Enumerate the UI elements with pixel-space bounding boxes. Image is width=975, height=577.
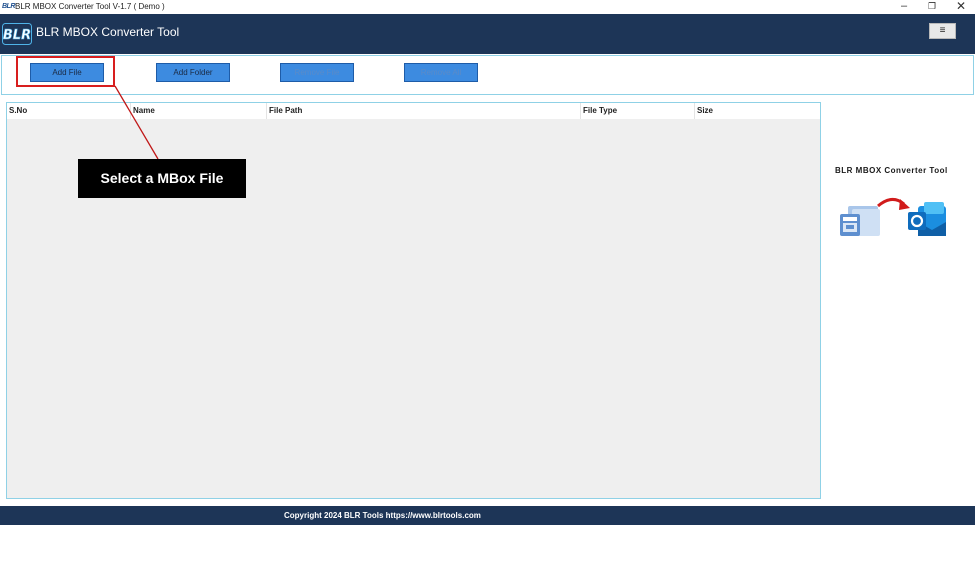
column-header-file-path[interactable]: File Path: [267, 103, 581, 119]
column-header-file-type[interactable]: File Type: [581, 103, 695, 119]
window-titlebar: BLR BLR MBOX Converter Tool V-1.7 ( Demo…: [0, 0, 975, 14]
window-title: BLR MBOX Converter Tool V-1.7 ( Demo ): [15, 2, 165, 11]
table-header: S.No Name File Path File Type Size: [7, 103, 820, 119]
convert-arrow-icon: [877, 198, 910, 210]
close-button[interactable]: ✕: [951, 0, 971, 14]
menu-button[interactable]: ≡: [929, 23, 956, 39]
app-logo-icon: BLR: [2, 23, 32, 45]
toolbar: Add File Add Folder Remove File Remove A…: [1, 55, 974, 95]
add-folder-button[interactable]: Add Folder: [156, 63, 230, 82]
restore-button[interactable]: ❐: [922, 0, 942, 14]
column-header-size[interactable]: Size: [695, 103, 820, 119]
outlook-icon: [908, 202, 946, 236]
remove-all-button[interactable]: Remove All: [404, 63, 478, 82]
app-window: BLR BLR MBOX Converter Tool V-1.7 ( Demo…: [0, 0, 975, 577]
side-title: BLR MBOX Converter Tool: [835, 166, 948, 175]
mbox-folder-icon: [840, 206, 880, 236]
footer-bar: Copyright 2024 BLR Tools https://www.blr…: [0, 506, 975, 525]
minimize-button[interactable]: –: [894, 0, 914, 14]
callout-label: Select a MBox File: [78, 159, 246, 198]
remove-file-button[interactable]: Remove File: [280, 63, 354, 82]
column-header-sno[interactable]: S.No: [7, 103, 131, 119]
footer-copyright: Copyright 2024 BLR Tools https://www.blr…: [284, 511, 481, 520]
conversion-graphic: [840, 198, 946, 236]
app-header: BLR BLR MBOX Converter Tool ≡: [0, 14, 975, 54]
column-header-name[interactable]: Name: [131, 103, 267, 119]
menu-icon: ≡: [939, 25, 946, 36]
app-title: BLR MBOX Converter Tool: [36, 25, 180, 39]
add-file-highlight: [16, 56, 115, 87]
app-logo-text: BLR: [3, 28, 31, 43]
titlebar-logo-icon: BLR: [2, 3, 15, 10]
